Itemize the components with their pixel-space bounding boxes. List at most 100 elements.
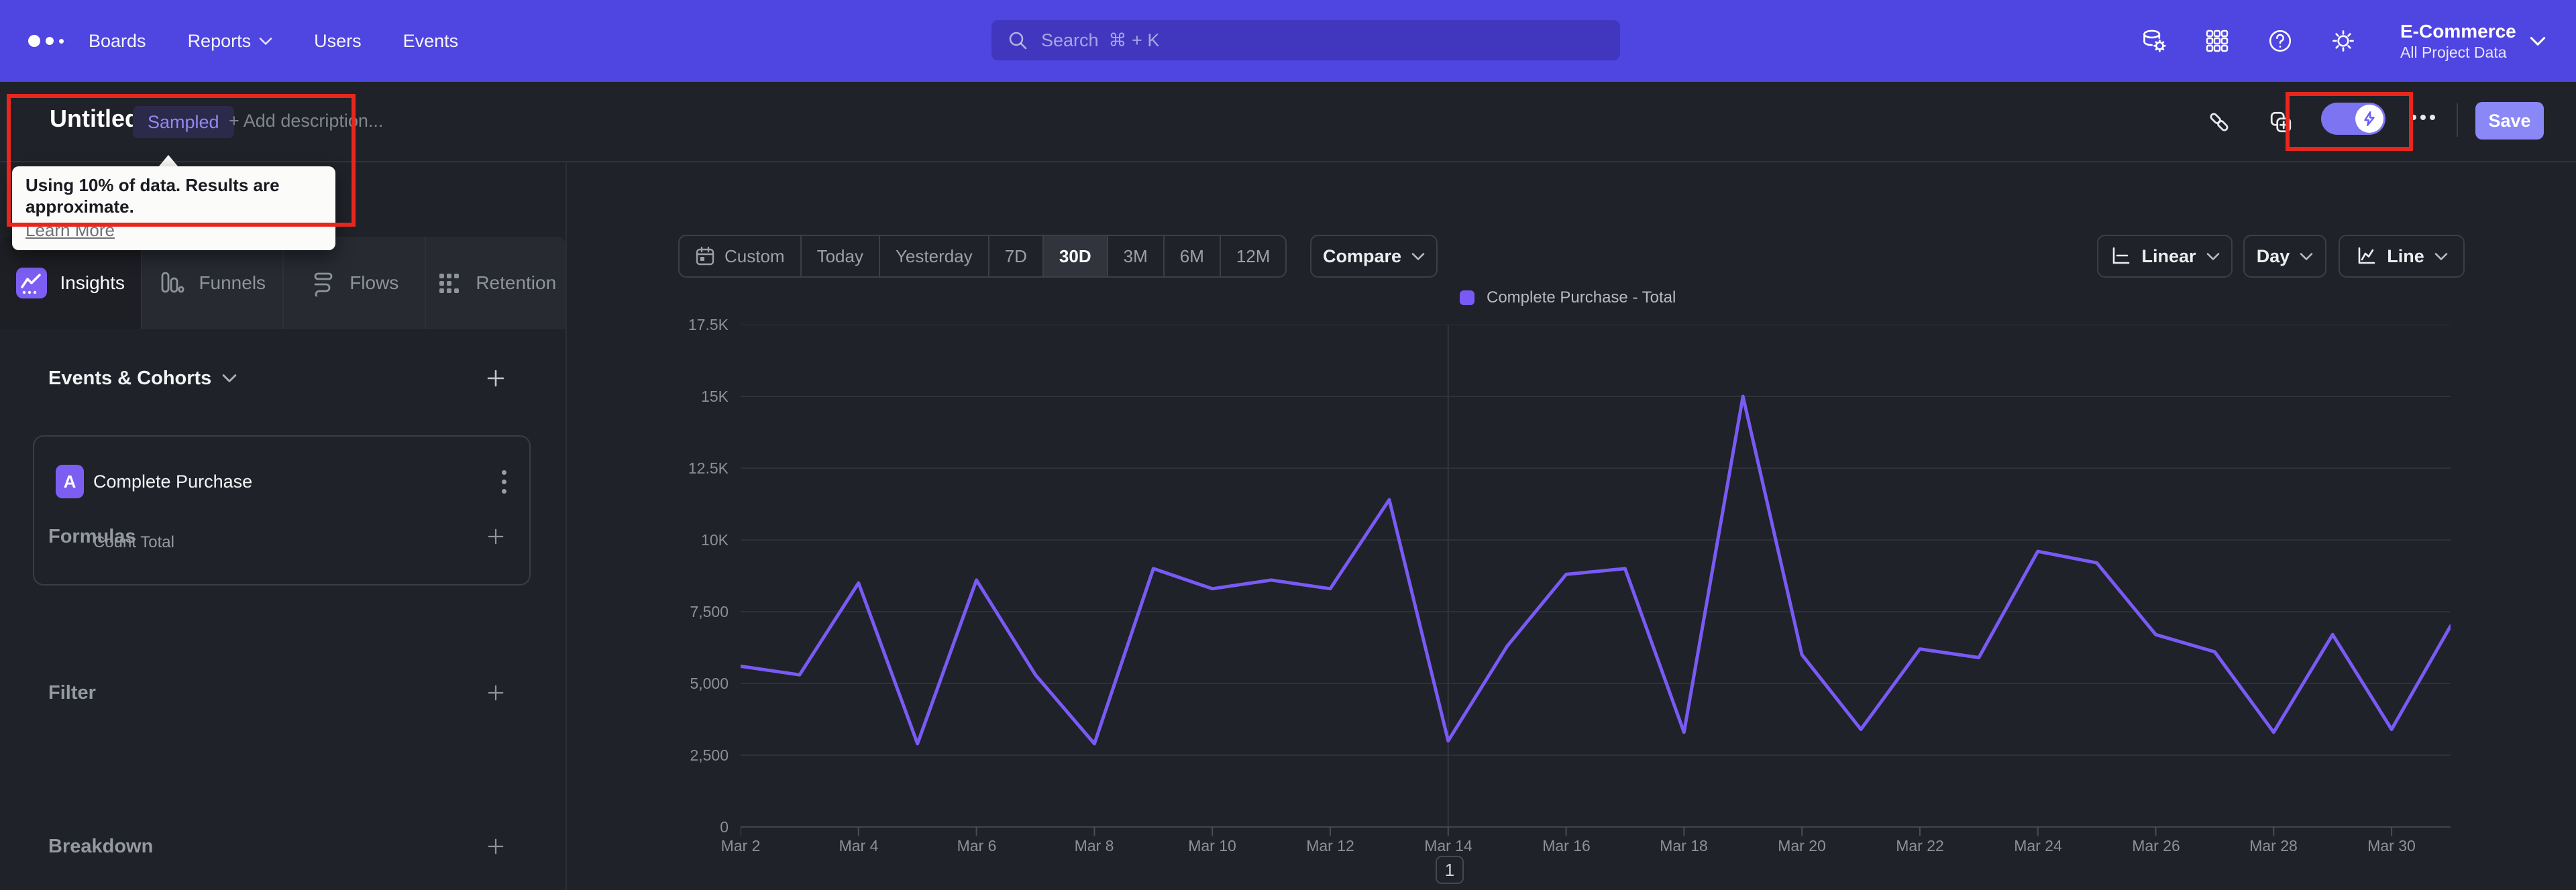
sampling-tooltip: Using 10% of data. Results are approxima… [12, 166, 335, 250]
learn-more-link[interactable]: Learn More [25, 220, 115, 241]
nav-items: Boards Reports Users Events [89, 0, 458, 82]
chart-legend[interactable]: Complete Purchase - Total [1460, 288, 1676, 307]
global-search[interactable] [991, 20, 1620, 60]
legend-label: Complete Purchase - Total [1487, 288, 1676, 307]
range-7d[interactable]: 7D [989, 236, 1044, 276]
insights-icon [15, 268, 47, 298]
add-event-button[interactable] [484, 367, 507, 390]
chevron-down-icon [2300, 252, 2313, 260]
chevron-down-icon [2530, 36, 2545, 46]
x-axis-label: Mar 30 [2367, 837, 2416, 854]
compare-button[interactable]: Compare [1310, 235, 1438, 278]
report-title[interactable]: Untitled [50, 105, 140, 133]
nav-item-events[interactable]: Events [403, 31, 459, 52]
scale-dropdown[interactable]: Linear [2097, 235, 2233, 278]
y-axis-label: 17.5K [688, 316, 729, 333]
project-name: E-Commerce [2400, 21, 2516, 42]
toggle-knob [2355, 105, 2383, 133]
events-cohorts-header[interactable]: Events & Cohorts [48, 368, 237, 390]
tab-retention[interactable]: Retention [425, 237, 566, 329]
retention-icon [439, 274, 460, 293]
sampling-toggle[interactable] [2321, 103, 2385, 135]
line-chart[interactable] [739, 324, 2453, 848]
funnels-icon [162, 272, 184, 293]
x-axis-label: Mar 26 [2132, 837, 2180, 854]
mixpanel-logo-icon[interactable] [28, 0, 64, 82]
calendar-icon [696, 246, 714, 266]
range-3m[interactable]: 3M [1108, 236, 1165, 276]
y-axis-label: 2,500 [690, 746, 729, 764]
mixpanel-insights-screen: Boards Reports Users Events Search ⌘ + K… [0, 0, 2576, 890]
data-management-icon[interactable] [2141, 28, 2167, 54]
help-icon[interactable] [2267, 28, 2293, 54]
tooltip-text: Using 10% of data. Results are approxima… [25, 175, 280, 217]
y-axis-label: 10K [701, 531, 729, 549]
breakdown-header: Breakdown [48, 835, 154, 857]
formulas-header: Formulas [48, 525, 136, 547]
x-axis-label: Mar 4 [839, 837, 879, 854]
header-divider [2457, 103, 2458, 137]
y-axis-label: 5,000 [690, 675, 729, 692]
event-card-complete-purchase[interactable]: A Complete Purchase Count Total [33, 435, 531, 586]
nav-icon-cluster [2141, 0, 2356, 82]
tab-insights[interactable]: Insights [0, 237, 142, 329]
x-axis-label: Mar 16 [1542, 837, 1591, 854]
y-axis-label: 7,500 [690, 603, 729, 620]
tab-flows[interactable]: Flows [284, 237, 426, 329]
legend-swatch [1460, 290, 1474, 305]
chart-canvas [739, 324, 2453, 836]
range-12m[interactable]: 12M [1221, 236, 1286, 276]
save-button[interactable]: Save [2475, 102, 2544, 140]
formulas-row: Formulas [48, 520, 507, 553]
range-6m[interactable]: 6M [1165, 236, 1221, 276]
nav-item-users[interactable]: Users [314, 31, 362, 52]
search-input[interactable] [1040, 29, 1604, 52]
breakdown-row: Breakdown [48, 830, 507, 863]
range-today[interactable]: Today [802, 236, 880, 276]
event-series-badge: A [56, 465, 84, 498]
event-options-kebab-icon[interactable] [499, 467, 509, 496]
sampled-badge[interactable]: Sampled [133, 106, 234, 138]
settings-gear-icon[interactable] [2330, 28, 2356, 54]
events-cohorts-header-row: Events & Cohorts [48, 362, 507, 394]
chevron-down-icon [259, 37, 272, 45]
tooltip-caret [158, 155, 178, 167]
tab-funnels[interactable]: Funnels [142, 237, 284, 329]
pagination-page-1[interactable]: 1 [1436, 856, 1464, 884]
interval-dropdown[interactable]: Day [2243, 235, 2326, 278]
filter-row: Filter [48, 677, 507, 709]
top-nav-bar: Boards Reports Users Events Search ⌘ + K… [0, 0, 2576, 82]
date-range-control: Custom Today Yesterday 7D 30D 3M 6M 12M [678, 235, 1287, 278]
nav-item-boards[interactable]: Boards [89, 31, 146, 52]
x-axis-label: Mar 14 [1424, 837, 1472, 854]
apps-grid-icon[interactable] [2204, 28, 2230, 54]
project-switcher[interactable]: E-Commerce All Project Data [2400, 0, 2546, 82]
flows-icon [314, 272, 333, 296]
add-description-field[interactable]: + Add description... [229, 111, 383, 131]
more-ellipsis-icon[interactable] [2411, 115, 2435, 120]
range-yesterday[interactable]: Yesterday [880, 236, 989, 276]
y-axis-label: 12.5K [688, 459, 729, 477]
range-30d[interactable]: 30D [1043, 236, 1108, 276]
range-custom[interactable]: Custom [680, 236, 802, 276]
filter-header: Filter [48, 681, 96, 704]
report-header-row: Untitled Sampled + Add description... Sa… [0, 82, 2576, 162]
x-axis-label: Mar 18 [1660, 837, 1708, 854]
add-filter-button[interactable] [484, 681, 507, 704]
x-axis-label: Mar 22 [1896, 837, 1944, 854]
x-axis-label: Mar 10 [1188, 837, 1236, 854]
add-breakdown-button[interactable] [484, 835, 507, 858]
lightning-bolt-icon [2364, 111, 2375, 126]
copy-add-icon[interactable] [2267, 109, 2294, 135]
add-formula-button[interactable] [484, 525, 507, 548]
x-axis-label: Mar 20 [1778, 837, 1826, 854]
chevron-down-icon [2206, 252, 2219, 260]
share-link-icon[interactable] [2206, 109, 2233, 135]
linear-axis-icon [2113, 247, 2130, 264]
nav-item-reports[interactable]: Reports [188, 31, 273, 52]
chevron-down-icon [2434, 252, 2448, 260]
x-axis-label: Mar 24 [2014, 837, 2062, 854]
project-subtitle: All Project Data [2400, 44, 2507, 61]
chart-type-dropdown[interactable]: Line [2339, 235, 2465, 278]
x-axis-label: Mar 2 [720, 837, 761, 854]
